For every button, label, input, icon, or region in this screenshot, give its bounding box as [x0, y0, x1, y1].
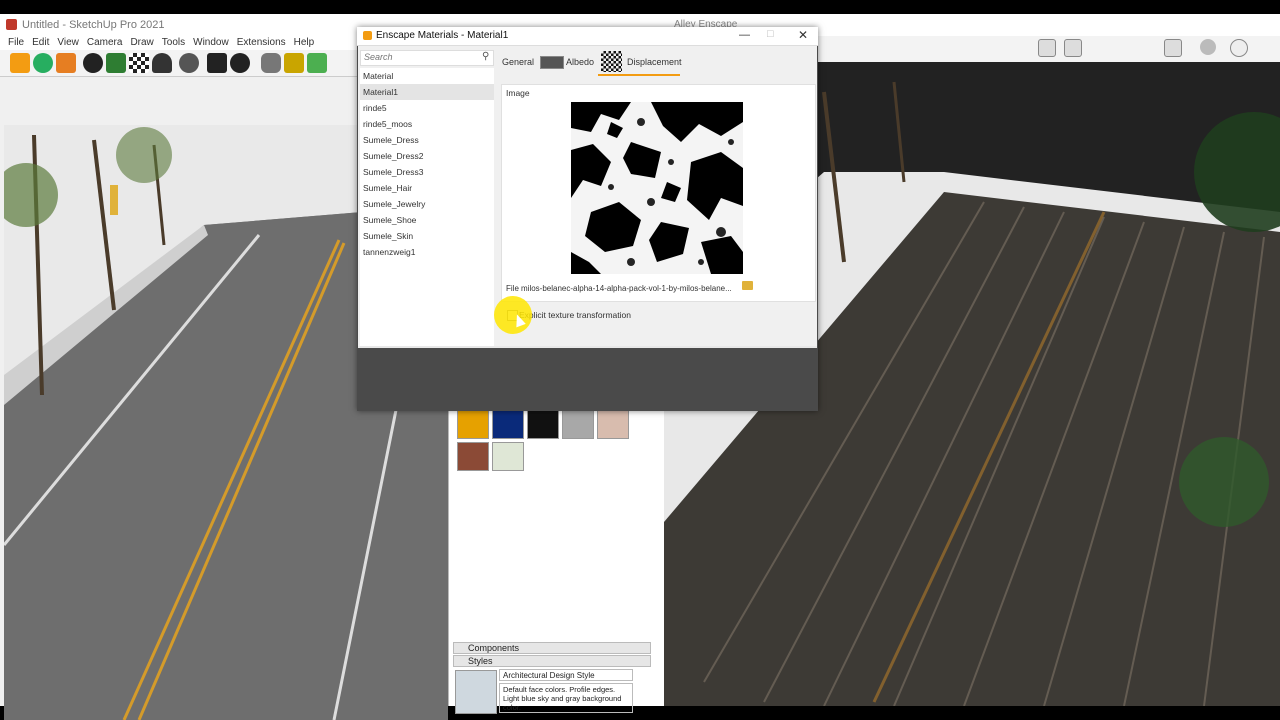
style-name[interactable]: Architectural Design Style: [499, 669, 633, 681]
swatch-3[interactable]: [527, 410, 559, 439]
minimize-icon[interactable]: —: [739, 29, 750, 41]
swatch-6[interactable]: [457, 442, 489, 471]
material-list: Material Material1 rinde5 rinde5_moos Su…: [360, 68, 494, 346]
material-item[interactable]: rinde5_moos: [360, 116, 494, 132]
feedback-mail-icon[interactable]: [207, 53, 227, 73]
settings-gear-icon[interactable]: [179, 53, 199, 73]
material-item-selected[interactable]: Material1: [360, 84, 494, 100]
dialog-footer: [358, 346, 817, 348]
visual-settings-gear-icon[interactable]: [1200, 39, 1216, 55]
add-icon[interactable]: [83, 53, 103, 73]
material-search[interactable]: ⚲: [360, 50, 494, 66]
material-item[interactable]: Sumele_Skin: [360, 228, 494, 244]
styles-label: Styles: [468, 656, 493, 666]
tab-displacement[interactable]: Displacement: [627, 50, 682, 74]
dialog-title: Enscape Materials - Material1: [376, 30, 509, 41]
search-input[interactable]: [361, 51, 477, 63]
menu-camera[interactable]: Camera: [87, 37, 123, 48]
search-icon[interactable]: ⚲: [482, 51, 489, 62]
leaf-icon[interactable]: [307, 53, 327, 73]
swatch-5[interactable]: [597, 410, 629, 439]
swatch-1[interactable]: [457, 410, 489, 439]
live-update-icon[interactable]: [33, 53, 53, 73]
enscape-materials-dialog: Enscape Materials - Material1 — □ ✕ ⚲ Ma…: [357, 27, 818, 411]
enscape-logo-icon: [363, 31, 372, 40]
components-label: Components: [468, 643, 520, 653]
swatch-foliage[interactable]: [492, 442, 524, 471]
tab-albedo[interactable]: Albedo: [566, 50, 594, 74]
material-item[interactable]: rinde5: [360, 100, 494, 116]
sync-views-icon[interactable]: [56, 53, 76, 73]
menu-extensions[interactable]: Extensions: [237, 37, 286, 48]
menu-view[interactable]: View: [57, 37, 79, 48]
swatch-4[interactable]: [562, 410, 594, 439]
style-description: Default face colors. Profile edges. Ligh…: [499, 683, 633, 713]
file-name: milos-belanec-alpha-14-alpha-pack-vol-1-…: [521, 284, 732, 293]
menu-draw[interactable]: Draw: [130, 37, 153, 48]
displacement-thumbnail-icon: [601, 51, 622, 72]
dialog-body: ⚲ Material Material1 rinde5 rinde5_moos …: [358, 46, 817, 346]
material-item[interactable]: Sumele_Shoe: [360, 212, 494, 228]
folder-icon[interactable]: [742, 281, 753, 290]
map-icon[interactable]: [1038, 39, 1056, 57]
material-item[interactable]: Sumele_Dress: [360, 132, 494, 148]
menu-file[interactable]: File: [8, 37, 24, 48]
sketchup-title: Untitled - SketchUp Pro 2021: [22, 19, 165, 31]
lock-tree-icon[interactable]: [284, 53, 304, 73]
close-icon[interactable]: ✕: [798, 28, 808, 42]
menu-edit[interactable]: Edit: [32, 37, 49, 48]
menu-help[interactable]: Help: [294, 37, 315, 48]
tab-general[interactable]: General: [502, 50, 534, 74]
components-header[interactable]: Components: [453, 642, 651, 654]
material-tabs: General Albedo Displacement: [498, 50, 816, 76]
menu-window[interactable]: Window: [193, 37, 229, 48]
materials-tray: Components Styles Architectural Design S…: [448, 396, 665, 714]
dialog-titlebar: Enscape Materials - Material1 — □ ✕: [357, 27, 818, 46]
styles-header[interactable]: Styles: [453, 655, 651, 667]
enscape-start-icon[interactable]: [10, 53, 30, 73]
checker-icon[interactable]: [129, 53, 149, 73]
material-item[interactable]: Sumele_Hair: [360, 180, 494, 196]
swatch-2[interactable]: [492, 410, 524, 439]
info-icon[interactable]: [230, 53, 250, 73]
style-thumbnail[interactable]: [455, 670, 497, 714]
explicit-transform-label: Explicit texture transformation: [519, 310, 631, 320]
file-label: File: [506, 284, 519, 293]
material-item[interactable]: Sumele_Dress3: [360, 164, 494, 180]
material-item[interactable]: tannenzweig1: [360, 244, 494, 260]
asset-library-icon[interactable]: [106, 53, 126, 73]
texture-pattern: [571, 102, 743, 274]
material-item[interactable]: Material: [360, 68, 494, 84]
eye-icon[interactable]: [1164, 39, 1182, 57]
material-item[interactable]: Sumele_Jewelry: [360, 196, 494, 212]
help-icon[interactable]: [1230, 39, 1248, 57]
menu-tools[interactable]: Tools: [162, 37, 185, 48]
maximize-icon[interactable]: □: [767, 28, 774, 40]
sketchup-logo-icon: [6, 19, 17, 30]
section-label: Image: [506, 88, 530, 98]
material-item[interactable]: Sumele_Dress2: [360, 148, 494, 164]
albedo-swatch-icon: [540, 56, 564, 69]
shield-icon[interactable]: [261, 53, 281, 73]
displacement-image-section: Image File milos-belanec-alpha-14-alpha-…: [501, 84, 816, 302]
screenshot-icon[interactable]: [1064, 39, 1082, 57]
displacement-texture-preview[interactable]: [571, 102, 743, 274]
active-tab-indicator: [598, 74, 680, 76]
upload-cloud-icon[interactable]: [152, 53, 172, 73]
